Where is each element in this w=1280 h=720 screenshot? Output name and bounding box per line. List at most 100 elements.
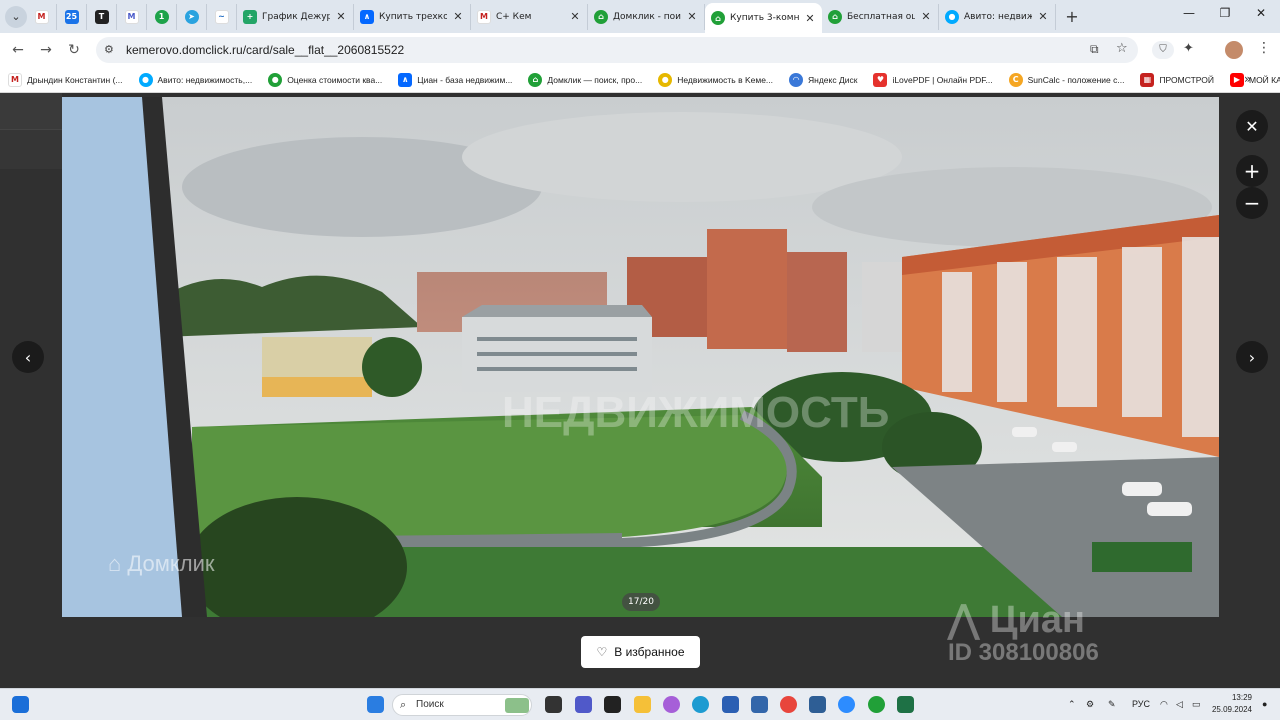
bookmark-item[interactable]: ● Недвижимость в Keме... bbox=[658, 72, 773, 87]
input-language[interactable]: РУС bbox=[1132, 699, 1150, 709]
bookmark-item[interactable]: M Дрындин Константин (... bbox=[8, 72, 123, 87]
system-clock[interactable]: 13:29 25.09.2024 bbox=[1208, 692, 1252, 716]
task-view-icon[interactable] bbox=[545, 696, 562, 713]
avito-icon: ● bbox=[945, 9, 959, 24]
pinned-tab-mail[interactable]: M bbox=[117, 3, 147, 30]
avatar[interactable] bbox=[1225, 41, 1243, 59]
tab-domclick-search[interactable]: ⌂ Домклик - поиск ✕ bbox=[588, 3, 705, 30]
app-icon[interactable] bbox=[868, 696, 885, 713]
agency-watermark: НЕДВИЖИМОСТЬ bbox=[502, 388, 889, 437]
tab-strip: ⌄ M 25 T M 1 ➤ ~ + График Дежурств ✕ ∧ К… bbox=[0, 0, 1280, 33]
start-icon[interactable] bbox=[367, 696, 384, 713]
page-background-strip bbox=[0, 93, 62, 129]
minimize-button[interactable]: — bbox=[1174, 6, 1204, 20]
zoom-icon[interactable] bbox=[838, 696, 855, 713]
pinned-tab-telegram[interactable]: ➤ bbox=[177, 3, 207, 30]
tab-avito[interactable]: ● Авито: недвижимость ✕ bbox=[939, 3, 1056, 30]
window-close-button[interactable]: ✕ bbox=[1246, 6, 1276, 20]
bookmark-item[interactable]: ⌂ Домклик — поиск, про... bbox=[528, 72, 642, 87]
yandex-disk-icon: ◠ bbox=[789, 72, 804, 87]
telegram-icon: ➤ bbox=[184, 9, 199, 24]
store-icon[interactable] bbox=[722, 696, 739, 713]
zoom-in-button[interactable]: + bbox=[1236, 155, 1268, 187]
wifi-icon[interactable]: ◠ bbox=[1160, 699, 1168, 710]
add-to-favorites-button[interactable]: ♡ В избранное bbox=[581, 636, 700, 668]
back-button[interactable]: ← bbox=[9, 42, 27, 58]
tray-app-icon[interactable]: ⚙ bbox=[1086, 699, 1094, 710]
extensions-icon[interactable]: ✦ bbox=[1183, 41, 1194, 56]
ilovepdf-icon: ♥ bbox=[873, 72, 888, 87]
bookmark-item[interactable]: ◠ Яндекс Диск bbox=[789, 72, 857, 87]
app-icon[interactable] bbox=[809, 696, 826, 713]
tab-domclick-estimate[interactable]: ⌂ Бесплатная оценка ✕ bbox=[822, 3, 939, 30]
app-icon[interactable] bbox=[604, 696, 621, 713]
bookmark-item[interactable]: ♥ iLovePDF | Онлайн PDF... bbox=[873, 72, 993, 87]
gmail-icon: M bbox=[8, 72, 22, 87]
url-text[interactable]: kemerovo.domclick.ru/card/sale__flat__20… bbox=[126, 43, 404, 57]
domclick-icon: ⌂ bbox=[828, 9, 842, 24]
bookmark-item[interactable]: C SunCalc - положение с... bbox=[1008, 72, 1124, 87]
app-icon[interactable] bbox=[663, 696, 680, 713]
close-icon[interactable]: ✕ bbox=[1037, 10, 1049, 23]
chrome-icon[interactable] bbox=[780, 696, 797, 713]
photo-counter: 17/20 bbox=[622, 593, 660, 611]
bookmark-item[interactable]: ● Оценка стоимости ква... bbox=[268, 72, 382, 87]
pinned-tab-onec[interactable]: 1 bbox=[147, 3, 177, 30]
shield-icon[interactable]: ⛉ bbox=[1152, 41, 1174, 59]
battery-icon[interactable]: ▭ bbox=[1192, 699, 1201, 710]
listing-photo[interactable]: НЕДВИЖИМОСТЬ bbox=[62, 97, 1219, 617]
site-info-icon[interactable]: ⚙ bbox=[104, 43, 118, 57]
viewer-close-button[interactable]: ✕ bbox=[1236, 110, 1268, 142]
zoom-out-button[interactable]: − bbox=[1236, 187, 1268, 219]
reload-button[interactable]: ↻ bbox=[65, 42, 83, 58]
volume-icon[interactable]: ◁ bbox=[1176, 699, 1183, 710]
notification-icon[interactable]: ● bbox=[1262, 699, 1267, 709]
tab-schedule[interactable]: + График Дежурств ✕ bbox=[237, 3, 354, 30]
close-icon[interactable]: ✕ bbox=[920, 10, 932, 23]
domclick-icon: ⌂ bbox=[711, 11, 725, 25]
bookmark-item[interactable]: ∧ Циан - база недвижим... bbox=[398, 72, 512, 87]
close-icon[interactable]: ✕ bbox=[335, 10, 347, 23]
pinned-tab-gmail[interactable]: M bbox=[27, 3, 57, 30]
teams-icon[interactable] bbox=[575, 696, 592, 713]
tab-cian-buy[interactable]: ∧ Купить трехкомнатную ✕ bbox=[354, 3, 471, 30]
close-icon[interactable]: ✕ bbox=[452, 10, 464, 23]
prev-photo-button[interactable]: ‹ bbox=[12, 341, 44, 373]
widgets-icon[interactable] bbox=[12, 696, 29, 713]
pinned-tab-calendar[interactable]: 25 bbox=[57, 3, 87, 30]
gmail-icon: M bbox=[477, 9, 491, 24]
suncalc-icon: C bbox=[1008, 72, 1023, 87]
address-bar[interactable]: ⚙ kemerovo.domclick.ru/card/sale__flat__… bbox=[96, 37, 1138, 63]
tray-chevron-icon[interactable]: ⌃ bbox=[1068, 699, 1076, 710]
more-bookmarks-icon[interactable]: » bbox=[1244, 72, 1251, 86]
tab-mail-kem[interactable]: M С+ Кем ✕ bbox=[471, 3, 588, 30]
bookmark-item[interactable]: ● Авито: недвижимость,... bbox=[138, 72, 252, 87]
edge-icon[interactable] bbox=[692, 696, 709, 713]
file-explorer-icon[interactable] bbox=[634, 696, 651, 713]
app-icon[interactable] bbox=[751, 696, 768, 713]
next-photo-button[interactable]: › bbox=[1236, 341, 1268, 373]
tab-domclick-active[interactable]: ⌂ Купить 3-комнатную ✕ bbox=[705, 3, 822, 33]
close-icon[interactable]: ✕ bbox=[569, 10, 581, 23]
tray-app-icon[interactable]: ✎ bbox=[1108, 699, 1116, 710]
bookmark-star-icon[interactable]: ☆ bbox=[1116, 41, 1128, 56]
search-icon: ⌕ bbox=[400, 698, 407, 711]
menu-icon[interactable]: ⋮ bbox=[1257, 40, 1271, 56]
close-icon[interactable]: ✕ bbox=[804, 12, 816, 25]
excel-icon[interactable] bbox=[897, 696, 914, 713]
windows-taskbar: ⌕ Поиск ⌃ ⚙ ✎ РУС ◠ ◁ ▭ 13:29 25.09.2024… bbox=[0, 688, 1280, 720]
pinned-tab-cloud[interactable]: ~ bbox=[207, 3, 237, 30]
pinned-tab-app[interactable]: T bbox=[87, 3, 117, 30]
new-tab-button[interactable]: + bbox=[1060, 7, 1084, 26]
restore-button[interactable]: ❐ bbox=[1210, 6, 1240, 20]
forward-button[interactable]: → bbox=[37, 42, 55, 58]
bookmark-item[interactable]: ▦ ПРОМСТРОЙ bbox=[1140, 72, 1214, 87]
bookmark-item[interactable]: ▶ МОЙ КАНАЛ bbox=[1229, 72, 1280, 87]
tab-search-button[interactable]: ⌄ bbox=[5, 5, 27, 28]
photo-viewer: НЕДВИЖИМОСТЬ ✕ + − ‹ › ⌂ Домклик 17/20 ♡… bbox=[0, 93, 1280, 688]
taskbar-search[interactable]: ⌕ Поиск bbox=[392, 694, 532, 716]
close-icon[interactable]: ✕ bbox=[686, 10, 698, 23]
search-highlight-icon bbox=[505, 698, 529, 713]
domclick-icon: ⌂ bbox=[594, 9, 608, 24]
install-icon[interactable]: ⧉ bbox=[1090, 42, 1099, 57]
